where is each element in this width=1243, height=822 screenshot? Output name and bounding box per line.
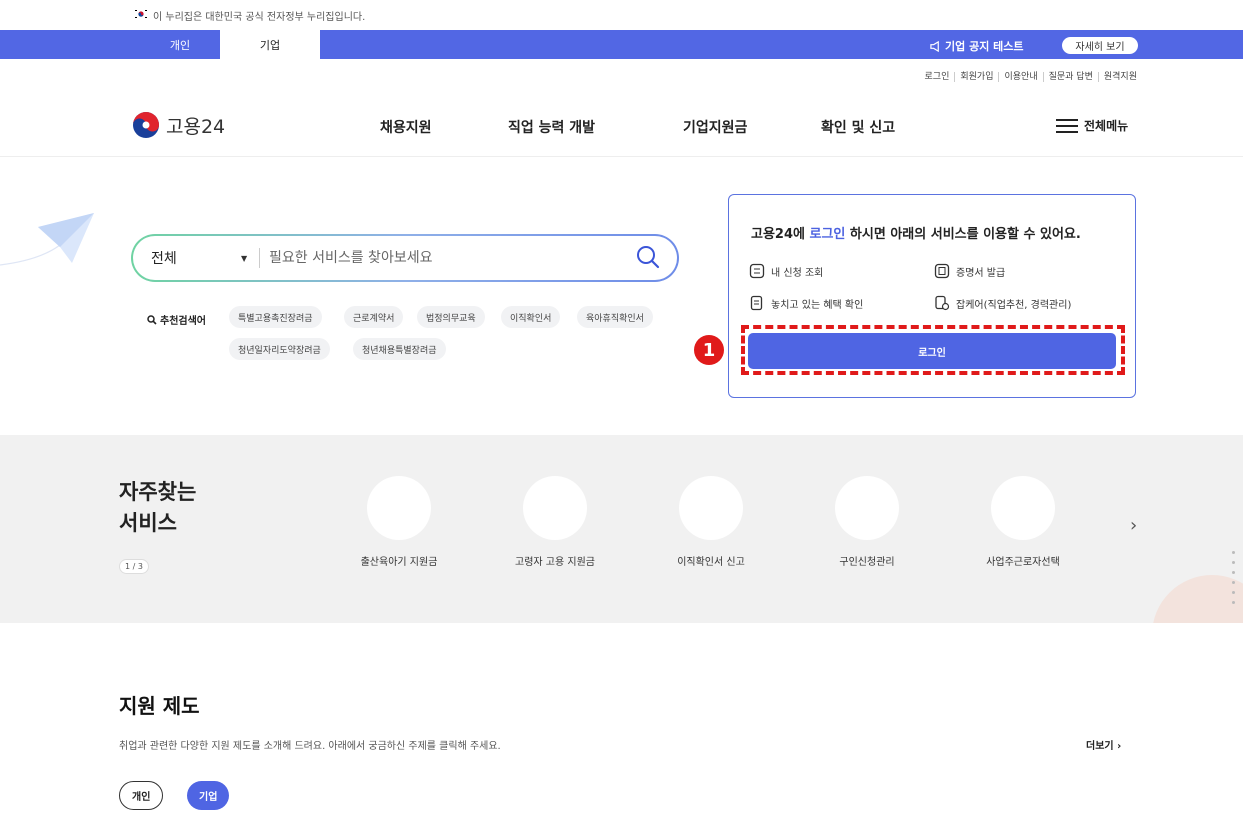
service-icon-circle[interactable] xyxy=(835,476,899,540)
support-more-link[interactable]: 더보기 › xyxy=(1086,737,1121,752)
frequent-item[interactable]: 고령자 고용 지원금 xyxy=(490,553,620,568)
list-icon xyxy=(749,263,765,279)
all-menu-label: 전체메뉴 xyxy=(1084,119,1129,133)
frequent-item[interactable]: 출산육아기 지원금 xyxy=(334,553,464,568)
logo-text: 고용24 xyxy=(166,115,226,138)
search-icon[interactable] xyxy=(635,244,661,270)
support-description: 취업과 관련한 다양한 지원 제도를 소개해 드려요. 아래에서 궁금하신 주제… xyxy=(119,741,501,752)
frequent-heading-line1: 자주찾는 xyxy=(119,480,197,504)
util-signup-link[interactable]: 회원가입 xyxy=(955,72,1000,82)
notice-link[interactable]: 기업 공지 테스트 xyxy=(930,38,1024,54)
reco-chip[interactable]: 육아휴직확인서 xyxy=(577,306,653,328)
paper-plane-icon xyxy=(0,213,94,266)
support-title: 지원 제도 xyxy=(119,694,200,718)
audience-bar: 개인 기업 기업 공지 테스트 자세히 보기 xyxy=(0,30,1243,59)
site-logo[interactable]: 고용24 xyxy=(132,111,225,139)
nav-skill-development[interactable]: 직업 능력 개발 xyxy=(508,117,595,137)
career-icon xyxy=(935,295,950,311)
service-icon-circle[interactable] xyxy=(991,476,1055,540)
reco-chip[interactable]: 이직확인서 xyxy=(501,306,561,328)
reco-label: 추천검색어 xyxy=(147,312,206,327)
reco-chip[interactable]: 근로계약서 xyxy=(344,306,404,328)
reco-label-text: 추천검색어 xyxy=(160,316,206,327)
service-icon-circle[interactable] xyxy=(679,476,743,540)
tab-individual[interactable]: 개인 xyxy=(130,30,230,59)
reco-chip[interactable]: 법정의무교육 xyxy=(417,306,485,328)
frequent-heading: 자주찾는 서비스 xyxy=(119,477,196,539)
service-certificate[interactable]: 증명서 발급 xyxy=(934,263,1005,279)
nav-corporate-subsidy[interactable]: 기업지원금 xyxy=(683,117,747,137)
frequent-item[interactable]: 구인신청관리 xyxy=(802,553,932,568)
tab-corporate[interactable]: 기업 xyxy=(220,30,320,59)
all-menu-button[interactable]: 전체메뉴 xyxy=(1056,117,1128,134)
korea-flag-icon xyxy=(134,9,148,19)
frequent-heading-line2: 서비스 xyxy=(119,511,177,535)
nav-recruitment[interactable]: 채용지원 xyxy=(380,117,432,137)
logo-mark-icon xyxy=(133,112,159,138)
hamburger-icon xyxy=(1056,118,1078,133)
carousel-pager: 1 / 3 xyxy=(119,559,149,574)
frequent-item[interactable]: 이직확인서 신고 xyxy=(646,553,776,568)
util-remote-link[interactable]: 원격지원 xyxy=(1099,72,1137,82)
document-icon xyxy=(934,263,950,279)
support-tab-corporate[interactable]: 기업 xyxy=(187,781,230,810)
megaphone-icon xyxy=(930,40,939,52)
carousel-next-icon[interactable]: › xyxy=(1130,515,1137,536)
scroll-dots xyxy=(1232,551,1235,611)
search-scope-select[interactable]: 전체 xyxy=(151,248,177,268)
service-icon-circle[interactable] xyxy=(523,476,587,540)
search-input[interactable] xyxy=(269,244,619,272)
util-login-link[interactable]: 로그인 xyxy=(920,72,956,82)
service-jobcare[interactable]: 잡케어(직업추천, 경력관리) xyxy=(934,295,1071,311)
gov-banner-text: 이 누리집은 대한민국 공식 전자정부 누리집입니다. xyxy=(153,12,366,23)
decorative-circle xyxy=(1152,575,1243,623)
service-label: 내 신청 조회 xyxy=(771,267,824,279)
support-tab-individual[interactable]: 개인 xyxy=(119,781,164,810)
utility-links: 로그인 회원가입 이용안내 질문과 답변 원격지원 xyxy=(920,72,1137,82)
service-icon-circle[interactable] xyxy=(367,476,431,540)
gov-banner: 이 누리집은 대한민국 공식 전자정부 누리집입니다. xyxy=(0,0,1243,30)
nav-confirm-report[interactable]: 확인 및 신고 xyxy=(821,117,895,137)
service-label: 잡케어(직업추천, 경력관리) xyxy=(956,299,1072,311)
login-button-highlight xyxy=(741,325,1125,375)
service-my-applications[interactable]: 내 신청 조회 xyxy=(749,263,823,279)
service-missed-benefits[interactable]: 놓치고 있는 혜택 확인 xyxy=(749,295,863,311)
notice-text: 기업 공지 테스트 xyxy=(945,40,1024,53)
search-divider xyxy=(259,248,260,268)
reco-chip[interactable]: 청년일자리도약장려금 xyxy=(229,338,330,360)
service-label: 증명서 발급 xyxy=(956,267,1006,279)
notice-more-button[interactable]: 자세히 보기 xyxy=(1062,37,1138,54)
clipboard-icon xyxy=(750,295,763,311)
reco-chip[interactable]: 청년채용특별장려금 xyxy=(353,338,446,360)
chevron-down-icon[interactable]: ▼ xyxy=(241,254,247,263)
title-login-link[interactable]: 로그인 xyxy=(810,227,846,242)
service-label: 놓치고 있는 혜택 확인 xyxy=(771,299,864,311)
frequent-item[interactable]: 사업주근로자선택 xyxy=(958,553,1088,568)
search-small-icon xyxy=(147,314,157,325)
util-guide-link[interactable]: 이용안내 xyxy=(999,72,1044,82)
title-prefix: 고용24에 xyxy=(751,227,810,242)
frequent-services: 자주찾는 서비스 1 / 3 출산육아기 지원금 고령자 고용 지원금 이직확인… xyxy=(0,435,1243,623)
search-box: 전체 ▼ xyxy=(131,234,679,282)
site-header: 고용24 채용지원 직업 능력 개발 기업지원금 확인 및 신고 전체메뉴 xyxy=(0,95,1243,157)
login-panel-title: 고용24에 로그인 하시면 아래의 서비스를 이용할 수 있어요. xyxy=(751,223,1081,242)
util-qna-link[interactable]: 질문과 답변 xyxy=(1044,72,1099,82)
step-marker: 1 xyxy=(694,335,724,365)
title-suffix: 하시면 아래의 서비스를 이용할 수 있어요. xyxy=(845,227,1081,242)
reco-chip[interactable]: 특별고용촉진장려금 xyxy=(229,306,322,328)
